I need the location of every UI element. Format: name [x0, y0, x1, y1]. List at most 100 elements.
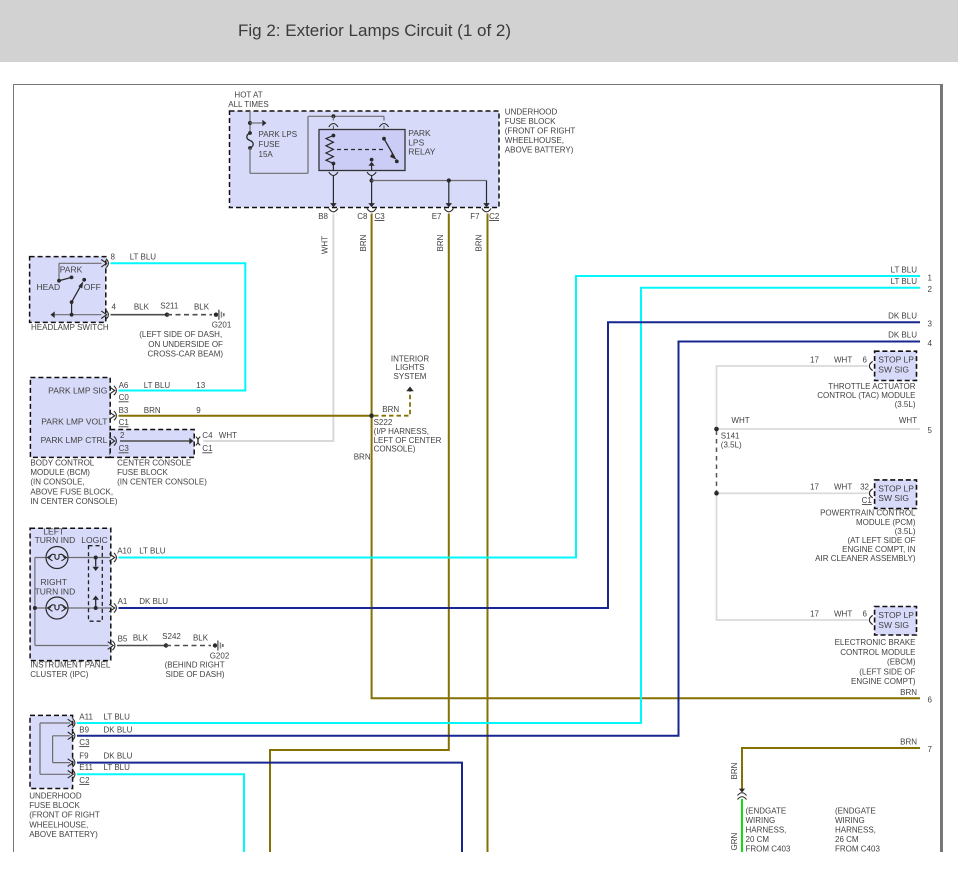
svg-text:(LEFT SIDE OF DASH,: (LEFT SIDE OF DASH, [139, 330, 222, 339]
svg-text:A10: A10 [117, 547, 132, 556]
svg-text:4: 4 [112, 303, 117, 312]
svg-text:DK BLU: DK BLU [104, 726, 133, 735]
svg-text:17: 17 [810, 610, 819, 619]
svg-text:ENGINE COMPT): ENGINE COMPT) [851, 677, 916, 686]
svg-text:WHT: WHT [219, 431, 237, 440]
svg-text:F7: F7 [470, 212, 480, 221]
svg-text:DK BLU: DK BLU [139, 597, 168, 606]
svg-text:C2: C2 [489, 212, 500, 221]
svg-text:LT BLU: LT BLU [139, 547, 166, 556]
svg-text:BRN: BRN [475, 234, 484, 251]
svg-text:BLK: BLK [193, 633, 209, 642]
svg-text:STOP LP: STOP LP [878, 483, 914, 493]
svg-text:MODULE (BCM): MODULE (BCM) [30, 468, 90, 477]
svg-text:POWERTRAIN CONTROL: POWERTRAIN CONTROL [820, 509, 916, 518]
svg-text:5: 5 [928, 426, 933, 435]
svg-text:E7: E7 [432, 212, 442, 221]
svg-text:9: 9 [196, 406, 201, 415]
svg-text:BODY CONTROL: BODY CONTROL [30, 458, 94, 467]
svg-text:WHEELHOUSE,: WHEELHOUSE, [29, 820, 88, 829]
svg-text:C3: C3 [79, 738, 90, 747]
svg-text:HEADLAMP SWITCH: HEADLAMP SWITCH [31, 323, 109, 332]
svg-text:LT BLU: LT BLU [891, 265, 918, 274]
svg-text:(ENDGATE: (ENDGATE [746, 807, 787, 816]
svg-text:STOP LP: STOP LP [878, 355, 914, 365]
svg-text:BRN: BRN [359, 234, 368, 251]
svg-text:BLK: BLK [194, 303, 210, 312]
svg-text:C2: C2 [79, 776, 90, 785]
svg-text:OFF: OFF [84, 282, 101, 292]
svg-text:17: 17 [810, 355, 819, 364]
svg-text:SW SIG: SW SIG [878, 493, 909, 503]
svg-text:6: 6 [862, 355, 867, 364]
svg-text:UNDERHOOD: UNDERHOOD [29, 792, 82, 801]
svg-text:FUSE BLOCK: FUSE BLOCK [117, 468, 168, 477]
svg-text:LEFT OF CENTER: LEFT OF CENTER [374, 436, 442, 445]
svg-text:PARK LPS: PARK LPS [259, 130, 298, 139]
svg-text:(FRONT OF RIGHT: (FRONT OF RIGHT [505, 127, 576, 136]
svg-text:CENTER CONSOLE: CENTER CONSOLE [117, 458, 191, 467]
svg-text:ELECTRONIC BRAKE: ELECTRONIC BRAKE [835, 638, 916, 647]
svg-text:PARK LMP SIG: PARK LMP SIG [48, 386, 107, 396]
svg-text:CONSOLE): CONSOLE) [374, 445, 416, 454]
svg-text:C8: C8 [357, 212, 368, 221]
svg-text:HEAD: HEAD [36, 282, 60, 292]
svg-text:A1: A1 [118, 597, 128, 606]
svg-text:(EBCM): (EBCM) [887, 658, 916, 667]
svg-text:(LEFT SIDE OF: (LEFT SIDE OF [859, 667, 915, 676]
svg-text:WHEELHOUSE,: WHEELHOUSE, [505, 136, 564, 145]
svg-text:TURN IND: TURN IND [35, 586, 76, 596]
svg-text:ABOVE BATTERY): ABOVE BATTERY) [29, 830, 98, 839]
svg-text:A6: A6 [119, 381, 129, 390]
svg-text:FROM C403: FROM C403 [746, 845, 791, 852]
svg-text:C4: C4 [202, 431, 213, 440]
svg-text:(IN CONSOLE,: (IN CONSOLE, [30, 478, 84, 487]
svg-text:BRN: BRN [382, 405, 399, 414]
svg-text:(FRONT OF RIGHT: (FRONT OF RIGHT [29, 811, 100, 820]
svg-text:S242: S242 [162, 632, 181, 641]
svg-text:TURN IND: TURN IND [35, 535, 76, 545]
svg-text:(BEHIND RIGHT: (BEHIND RIGHT [165, 661, 225, 670]
svg-text:WHT: WHT [731, 416, 749, 425]
svg-text:ABOVE BATTERY): ABOVE BATTERY) [505, 146, 574, 155]
svg-text:E11: E11 [79, 763, 93, 772]
svg-text:1: 1 [928, 273, 933, 282]
svg-text:3: 3 [928, 320, 933, 329]
svg-text:A11: A11 [79, 713, 93, 722]
svg-text:BRN: BRN [900, 738, 917, 747]
svg-text:(3.5L): (3.5L) [721, 440, 742, 449]
svg-text:(3.5L): (3.5L) [895, 527, 916, 536]
svg-text:CROSS-CAR BEAM): CROSS-CAR BEAM) [148, 350, 224, 359]
svg-text:THROTTLE ACTUATOR: THROTTLE ACTUATOR [828, 382, 915, 391]
svg-text:C3: C3 [119, 444, 130, 453]
svg-text:(I/P HARNESS,: (I/P HARNESS, [374, 427, 429, 436]
svg-text:8: 8 [110, 253, 115, 262]
svg-text:PARK LMP CTRL: PARK LMP CTRL [41, 435, 108, 445]
svg-text:(ENDGATE: (ENDGATE [835, 807, 876, 816]
svg-text:PARK: PARK [60, 265, 83, 275]
svg-text:WHT: WHT [834, 610, 852, 619]
svg-text:WHT: WHT [321, 236, 330, 254]
svg-text:SYSTEM: SYSTEM [394, 372, 427, 381]
svg-text:ALL TIMES: ALL TIMES [228, 100, 268, 109]
svg-text:ABOVE FUSE BLOCK,: ABOVE FUSE BLOCK, [30, 487, 113, 496]
svg-text:32: 32 [860, 483, 869, 492]
svg-text:BRN: BRN [730, 762, 739, 779]
svg-text:BLK: BLK [134, 303, 150, 312]
svg-text:S222: S222 [374, 418, 393, 427]
svg-text:IN CENTER CONSOLE): IN CENTER CONSOLE) [30, 497, 117, 506]
svg-text:CONTROL (TAC) MODULE: CONTROL (TAC) MODULE [817, 391, 915, 400]
svg-text:SW SIG: SW SIG [878, 365, 909, 375]
svg-text:(IN CENTER CONSOLE): (IN CENTER CONSOLE) [117, 478, 207, 487]
svg-text:C3: C3 [375, 212, 386, 221]
svg-text:HOT AT: HOT AT [234, 91, 262, 100]
svg-text:BRN: BRN [354, 452, 371, 461]
svg-text:2: 2 [120, 431, 125, 440]
svg-text:WIRING: WIRING [835, 816, 865, 825]
svg-text:(AT LEFT SIDE OF: (AT LEFT SIDE OF [847, 536, 915, 545]
svg-text:F9: F9 [79, 751, 89, 760]
svg-text:17: 17 [810, 483, 819, 492]
svg-text:20 CM: 20 CM [746, 835, 770, 844]
svg-text:B9: B9 [79, 726, 89, 735]
svg-text:SW SIG: SW SIG [878, 620, 909, 630]
